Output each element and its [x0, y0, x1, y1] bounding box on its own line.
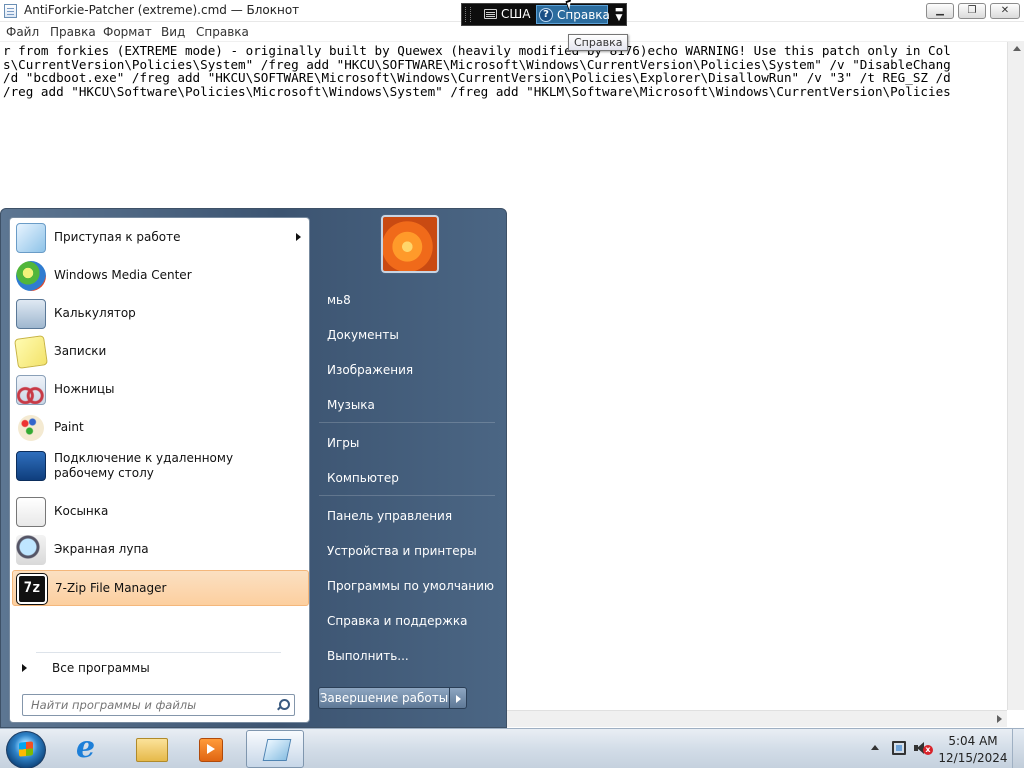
language-label[interactable]: США — [501, 7, 530, 21]
all-programs-button[interactable]: Все программы — [12, 656, 309, 680]
getting-started-icon — [16, 223, 46, 253]
program-calculator[interactable]: Калькулятор — [12, 296, 309, 332]
clock-date[interactable]: 12/15/2024 — [938, 751, 1008, 765]
program-magnifier[interactable]: Экранная лупа — [12, 532, 309, 568]
start-button[interactable] — [6, 731, 46, 768]
maximize-button[interactable]: ❐ — [958, 3, 986, 19]
program-label: Ножницы — [54, 382, 115, 396]
program-media-center[interactable]: Windows Media Center — [12, 258, 309, 294]
programs-pane: Приступая к работе Windows Media Center … — [9, 217, 310, 723]
editor-line: /d "bcdboot.exe" /freg add "HKCU\SOFTWAR… — [3, 70, 951, 86]
media-center-icon — [16, 261, 46, 291]
program-label: Подключение к удаленному рабочему столу — [54, 451, 234, 480]
right-item-devices-printers[interactable]: Устройства и принтеры — [317, 536, 497, 566]
notepad-icon[interactable] — [4, 4, 17, 18]
right-item-user[interactable]: мь8 — [317, 285, 497, 315]
editor-line: r from forkies (EXTREME mode) - original… — [3, 43, 951, 58]
langbar-help-label: Справка — [557, 8, 610, 22]
right-item-computer[interactable]: Компьютер — [317, 463, 497, 493]
program-label: Windows Media Center — [54, 268, 192, 282]
language-bar[interactable]: США ? Справка ▬ ▼ — [461, 3, 627, 26]
menu-edit[interactable]: Правка — [50, 25, 96, 39]
right-item-pictures[interactable]: Изображения — [317, 355, 497, 385]
submenu-arrow-icon[interactable] — [296, 233, 301, 241]
program-snipping-tool[interactable]: Ножницы — [12, 372, 309, 408]
divider — [319, 422, 495, 423]
search-box[interactable] — [22, 694, 295, 716]
all-programs-label: Все программы — [52, 661, 150, 675]
program-getting-started[interactable]: Приступая к работе — [12, 220, 309, 256]
program-label: Приступая к работе — [54, 230, 181, 244]
right-item-default-programs[interactable]: Программы по умолчанию — [317, 571, 497, 601]
shutdown-button[interactable]: Завершение работы — [318, 687, 450, 709]
start-menu: Приступая к работе Windows Media Center … — [0, 208, 507, 728]
scroll-up-icon[interactable] — [1013, 46, 1021, 51]
keyboard-icon — [484, 9, 497, 19]
taskbar-explorer-icon[interactable] — [122, 730, 178, 768]
clock-time[interactable]: 5:04 AM — [938, 734, 1008, 748]
magnifier-icon — [16, 535, 46, 565]
taskbar: x 5:04 AM 12/15/2024 — [0, 728, 1024, 768]
taskbar-media-player-icon[interactable] — [182, 730, 238, 768]
divider — [319, 495, 495, 496]
solitaire-icon — [16, 497, 46, 527]
snipping-tool-icon — [16, 375, 46, 405]
user-picture[interactable] — [381, 215, 439, 273]
right-item-documents[interactable]: Документы — [317, 320, 497, 350]
program-solitaire[interactable]: Косынка — [12, 494, 309, 530]
search-input[interactable] — [31, 698, 271, 712]
program-7zip[interactable]: 7z 7-Zip File Manager — [12, 570, 309, 606]
editor-line: /reg add "HKCU\Software\Policies\Microso… — [3, 83, 951, 99]
help-icon: ? — [539, 8, 553, 22]
7zip-icon: 7z — [16, 573, 48, 605]
sticky-notes-icon — [14, 335, 48, 369]
tooltip: Справка — [568, 34, 629, 51]
shutdown-options-button[interactable] — [449, 687, 467, 709]
editor-line: s\CurrentVersion\Policies\System" /freg … — [3, 56, 951, 72]
menu-view[interactable]: Вид — [161, 25, 185, 39]
close-button[interactable]: ✕ — [990, 3, 1020, 19]
program-label: Записки — [54, 344, 107, 358]
show-hidden-icons-icon[interactable] — [871, 745, 879, 750]
program-label: 7-Zip File Manager — [55, 581, 167, 595]
taskbar-internet-explorer-icon[interactable] — [62, 730, 118, 768]
right-item-games[interactable]: Игры — [317, 428, 497, 458]
calculator-icon — [16, 299, 46, 329]
menu-help[interactable]: Справка — [196, 25, 249, 39]
paint-icon — [16, 413, 46, 443]
show-desktop-button[interactable] — [1012, 729, 1024, 768]
remote-desktop-icon — [16, 451, 46, 481]
divider — [36, 652, 281, 653]
langbar-options-icon[interactable]: ▬ ▼ — [613, 6, 625, 23]
drag-handle[interactable] — [465, 7, 471, 22]
taskbar-notepad-icon[interactable] — [246, 730, 304, 768]
program-label: Paint — [54, 420, 84, 434]
program-paint[interactable]: Paint — [12, 410, 309, 446]
window-title: AntiForkie-Patcher (extreme).cmd — Блокн… — [24, 3, 300, 17]
menu-file[interactable]: Файл — [6, 25, 39, 39]
right-item-control-panel[interactable]: Панель управления — [317, 501, 497, 531]
program-label: Экранная лупа — [54, 542, 149, 556]
program-remote-desktop[interactable]: Подключение к удаленному рабочему столу — [12, 448, 309, 484]
program-label: Калькулятор — [54, 306, 136, 320]
right-item-music[interactable]: Музыка — [317, 390, 497, 420]
minimize-button[interactable]: ▁ — [926, 3, 954, 19]
program-label: Косынка — [54, 504, 109, 518]
vertical-scrollbar[interactable] — [1007, 42, 1024, 710]
menu-format[interactable]: Формат — [103, 25, 152, 39]
arrow-right-icon — [22, 664, 27, 672]
program-sticky-notes[interactable]: Записки — [12, 334, 309, 370]
right-item-help-support[interactable]: Справка и поддержка — [317, 606, 497, 636]
scroll-right-icon[interactable] — [997, 715, 1002, 723]
search-icon[interactable] — [275, 698, 290, 712]
mute-icon: x — [923, 745, 933, 755]
right-item-run[interactable]: Выполнить... — [317, 641, 497, 671]
network-icon[interactable] — [892, 741, 906, 755]
